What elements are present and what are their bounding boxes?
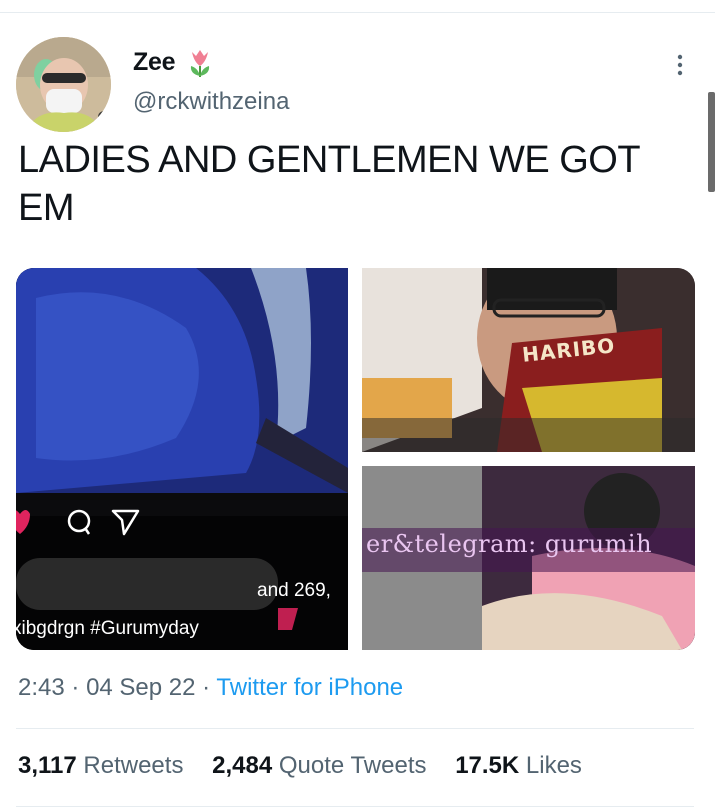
- user-handle[interactable]: @rckwithzeina: [133, 88, 289, 116]
- avatar[interactable]: [16, 37, 111, 132]
- stats-top-divider: [16, 728, 694, 729]
- scrollbar-thumb[interactable]: [708, 92, 715, 192]
- quote-tweets-label: Quote Tweets: [278, 752, 427, 779]
- tweet-time[interactable]: 2:43: [18, 674, 65, 701]
- retweets-stat[interactable]: 3,117 Retweets: [18, 752, 183, 779]
- tweet-source-link[interactable]: Twitter for iPhone: [216, 674, 403, 701]
- retweets-label: Retweets: [83, 752, 184, 779]
- display-name[interactable]: Zee: [133, 48, 175, 77]
- retweets-count: 3,117: [18, 752, 77, 779]
- quote-tweets-count: 2,484: [212, 752, 273, 779]
- media-image-3[interactable]: er&telegram: gurumih: [362, 466, 695, 650]
- avatar-image: [16, 37, 111, 132]
- image1-caption-and: and 269,: [257, 580, 331, 601]
- top-divider: [0, 12, 715, 13]
- more-options-icon[interactable]: [671, 52, 689, 78]
- quote-tweets-stat[interactable]: 2,484 Quote Tweets: [212, 752, 426, 779]
- tweet-text: LADIES AND GENTLEMEN WE GOT EM: [18, 139, 640, 229]
- media-image-1[interactable]: and 269, xibgdrgn #Gurumyday: [16, 268, 348, 650]
- tweet-meta: 2:43 · 04 Sep 22 · Twitter for iPhone: [18, 674, 403, 702]
- meta-separator: ·: [71, 674, 80, 701]
- likes-label: Likes: [525, 752, 582, 779]
- tweet-date[interactable]: 04 Sep 22: [86, 674, 195, 701]
- stats-bottom-divider: [16, 806, 694, 807]
- media-grid: and 269, xibgdrgn #Gurumyday HARIBO er&t…: [16, 268, 695, 650]
- tulip-icon: [190, 50, 210, 77]
- image1-caption-name: xibgdrgn #Gurumyday: [16, 618, 199, 639]
- engagement-stats: 3,117 Retweets 2,484 Quote Tweets 17.5K …: [18, 752, 604, 780]
- media-image-2[interactable]: HARIBO: [362, 268, 695, 452]
- likes-count: 17.5K: [455, 752, 520, 779]
- meta-separator: ·: [202, 674, 211, 701]
- image3-overlay-text: er&telegram: gurumih: [366, 530, 653, 558]
- likes-stat[interactable]: 17.5K Likes: [455, 752, 582, 779]
